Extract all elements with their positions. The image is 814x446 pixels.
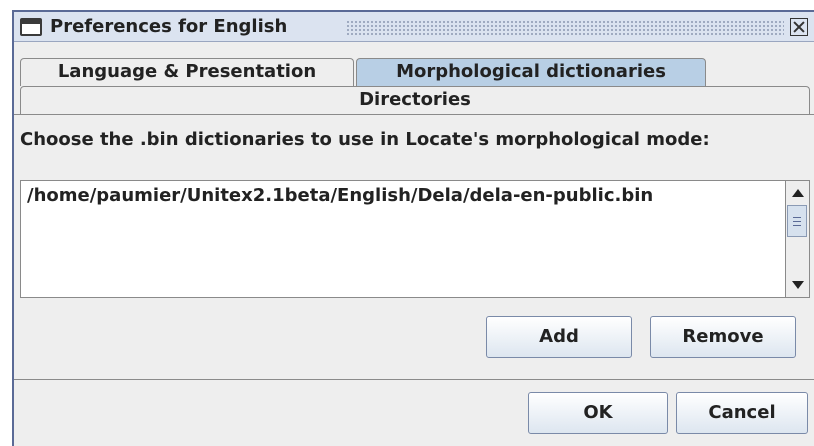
window-icon: [20, 18, 42, 36]
title-bar[interactable]: Preferences for English: [14, 10, 814, 42]
window-title: Preferences for English: [50, 16, 294, 37]
close-icon[interactable]: [790, 18, 808, 36]
tab-directories[interactable]: Directories: [20, 86, 810, 114]
vertical-scrollbar[interactable]: [785, 181, 809, 297]
list-item[interactable]: /home/paumier/Unitex2.1beta/English/Dela…: [27, 185, 653, 206]
scroll-up-arrow-icon[interactable]: [789, 183, 807, 203]
cancel-button[interactable]: Cancel: [676, 392, 808, 434]
title-bar-texture: [346, 20, 784, 36]
scroll-down-arrow-icon[interactable]: [789, 275, 807, 295]
scroll-thumb[interactable]: [787, 205, 807, 237]
dictionary-list[interactable]: /home/paumier/Unitex2.1beta/English/Dela…: [20, 180, 810, 298]
ok-button[interactable]: OK: [528, 392, 668, 434]
add-button[interactable]: Add: [486, 316, 632, 358]
preferences-dialog: Preferences for English Language & Prese…: [12, 10, 814, 446]
tab-language-presentation[interactable]: Language & Presentation: [20, 58, 354, 86]
tab-morphological-dictionaries[interactable]: Morphological dictionaries: [356, 58, 706, 86]
remove-button[interactable]: Remove: [650, 316, 796, 358]
instruction-label: Choose the .bin dictionaries to use in L…: [20, 129, 710, 150]
